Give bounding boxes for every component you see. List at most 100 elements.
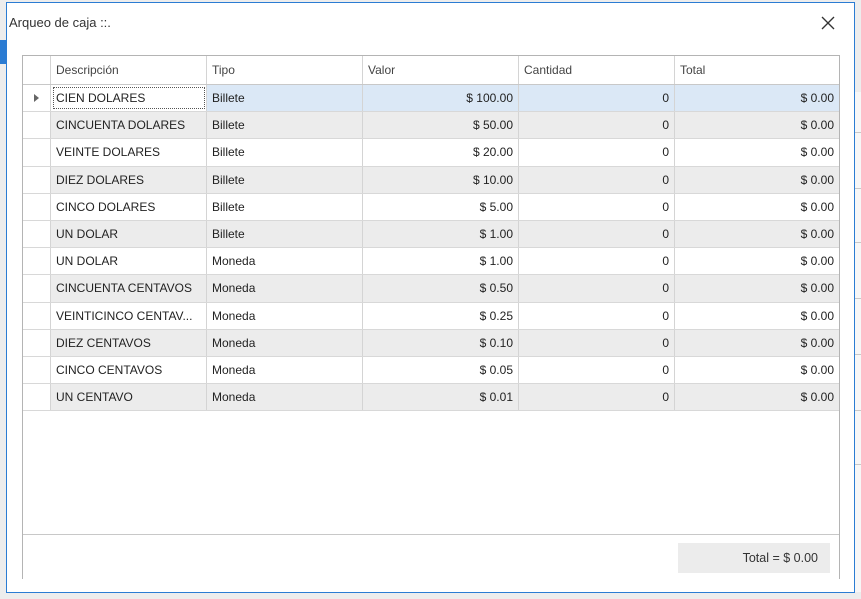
cell-valor[interactable]: $ 0.01: [363, 384, 519, 411]
table-row[interactable]: VEINTICINCO CENTAV... Moneda $ 0.25 0 $ 0.00: [23, 302, 839, 330]
row-indicator-cell[interactable]: [23, 193, 51, 220]
cell-cantidad[interactable]: 0: [519, 356, 675, 384]
cell-descripcion[interactable]: CINCUENTA CENTAVOS: [51, 275, 207, 302]
cell-tipo[interactable]: Billete: [207, 193, 363, 220]
row-indicator-cell[interactable]: [23, 275, 51, 302]
row-indicator-cell[interactable]: [23, 85, 51, 112]
table-row[interactable]: CINCUENTA DOLARES Billete $ 50.00 0 $ 0.00: [23, 112, 839, 140]
cell-descripcion[interactable]: CINCO DOLARES: [51, 193, 207, 220]
grid-footer: Total = $ 0.00: [23, 534, 839, 579]
cell-valor[interactable]: $ 5.00: [363, 193, 519, 220]
column-header-total[interactable]: Total: [675, 56, 839, 84]
cell-descripcion[interactable]: DIEZ CENTAVOS: [51, 329, 207, 356]
cell-valor[interactable]: $ 20.00: [363, 139, 519, 166]
cell-tipo[interactable]: Billete: [207, 220, 363, 248]
cell-tipo[interactable]: Moneda: [207, 248, 363, 275]
table-row[interactable]: CINCUENTA CENTAVOS Moneda $ 0.50 0 $ 0.00: [23, 275, 839, 303]
cell-valor[interactable]: $ 50.00: [363, 112, 519, 139]
cell-descripcion[interactable]: CINCO CENTAVOS: [51, 356, 207, 384]
cell-valor[interactable]: $ 0.50: [363, 275, 519, 302]
cell-cantidad[interactable]: 0: [519, 384, 675, 411]
close-button[interactable]: [816, 11, 840, 35]
table-row[interactable]: CINCO CENTAVOS Moneda $ 0.05 0 $ 0.00: [23, 356, 839, 385]
cell-valor[interactable]: $ 0.05: [363, 356, 519, 384]
cell-cantidad[interactable]: 0: [519, 275, 675, 302]
table-row[interactable]: UN DOLAR Moneda $ 1.00 0 $ 0.00: [23, 248, 839, 276]
table-row[interactable]: UN CENTAVO Moneda $ 0.01 0 $ 0.00: [23, 384, 839, 412]
column-header-tipo[interactable]: Tipo: [207, 56, 363, 84]
cell-valor[interactable]: $ 0.25: [363, 302, 519, 329]
table-row[interactable]: DIEZ DOLARES Billete $ 10.00 0 $ 0.00: [23, 166, 839, 194]
cell-cantidad[interactable]: 0: [519, 302, 675, 329]
grid-body: CIEN DOLARES Billete $ 100.00 0 $ 0.00 CINCUE…: [23, 85, 839, 412]
cell-tipo[interactable]: Billete: [207, 166, 363, 193]
column-header-cantidad[interactable]: Cantidad: [519, 56, 675, 84]
cell-tipo[interactable]: Moneda: [207, 356, 363, 384]
table-row[interactable]: CIEN DOLARES Billete $ 100.00 0 $ 0.00: [23, 85, 839, 113]
table-row[interactable]: UN DOLAR Billete $ 1.00 0 $ 0.00: [23, 220, 839, 249]
column-header-valor[interactable]: Valor: [363, 56, 519, 84]
background-right-edge: [854, 92, 861, 592]
row-indicator-cell[interactable]: [23, 384, 51, 411]
row-indicator-cell[interactable]: [23, 248, 51, 275]
cell-total[interactable]: $ 0.00: [675, 303, 839, 329]
cell-descripcion[interactable]: VEINTICINCO CENTAV...: [51, 302, 207, 329]
cell-descripcion[interactable]: UN CENTAVO: [51, 384, 207, 411]
cell-cantidad[interactable]: 0: [519, 193, 675, 220]
row-indicator-cell[interactable]: [23, 220, 51, 248]
close-icon: [821, 16, 835, 30]
cell-tipo[interactable]: Moneda: [207, 384, 363, 411]
cell-cantidad[interactable]: 0: [519, 166, 675, 193]
table-row[interactable]: CINCO DOLARES Billete $ 5.00 0 $ 0.00: [23, 193, 839, 221]
cell-descripcion[interactable]: UN DOLAR: [51, 220, 207, 248]
cell-descripcion[interactable]: CINCUENTA DOLARES: [51, 112, 207, 139]
column-header-descripcion[interactable]: Descripción: [51, 56, 207, 84]
cell-tipo[interactable]: Moneda: [207, 329, 363, 356]
cell-total[interactable]: $ 0.00: [675, 248, 839, 274]
cell-descripcion[interactable]: DIEZ DOLARES: [51, 166, 207, 193]
cell-cantidad[interactable]: 0: [519, 248, 675, 275]
cell-total[interactable]: $ 0.00: [675, 220, 839, 248]
row-indicator-cell[interactable]: [23, 139, 51, 166]
title-bar: Arqueo de caja ::.: [7, 3, 854, 43]
cell-total[interactable]: $ 0.00: [675, 384, 839, 411]
row-indicator-cell[interactable]: [23, 112, 51, 139]
cell-total[interactable]: $ 0.00: [675, 166, 839, 193]
cell-valor[interactable]: $ 10.00: [363, 166, 519, 193]
cell-tipo[interactable]: Billete: [207, 112, 363, 139]
cell-valor[interactable]: $ 100.00: [363, 85, 519, 112]
cell-cantidad[interactable]: 0: [519, 329, 675, 356]
cell-total[interactable]: $ 0.00: [675, 112, 839, 139]
cell-total[interactable]: $ 0.00: [675, 139, 839, 165]
cell-cantidad[interactable]: 0: [519, 220, 675, 248]
cell-total[interactable]: $ 0.00: [675, 194, 839, 220]
cell-tipo[interactable]: Billete: [207, 85, 363, 112]
cell-total[interactable]: $ 0.00: [675, 275, 839, 302]
cell-tipo[interactable]: Billete: [207, 139, 363, 166]
cell-descripcion[interactable]: CIEN DOLARES: [51, 85, 207, 112]
cell-valor[interactable]: $ 1.00: [363, 248, 519, 275]
cell-total[interactable]: $ 0.00: [675, 85, 839, 112]
header-indicator-cell: [23, 56, 51, 84]
cell-valor[interactable]: $ 1.00: [363, 220, 519, 248]
dialog-title: Arqueo de caja ::.: [9, 15, 111, 30]
row-indicator-cell[interactable]: [23, 356, 51, 384]
row-indicator-cell[interactable]: [23, 302, 51, 329]
row-indicator-cell[interactable]: [23, 329, 51, 356]
cell-tipo[interactable]: Moneda: [207, 275, 363, 302]
cell-valor[interactable]: $ 0.10: [363, 329, 519, 356]
cell-cantidad[interactable]: 0: [519, 85, 675, 112]
cell-tipo[interactable]: Moneda: [207, 302, 363, 329]
row-indicator-icon: [34, 94, 39, 103]
cell-descripcion[interactable]: VEINTE DOLARES: [51, 139, 207, 166]
cell-cantidad[interactable]: 0: [519, 139, 675, 166]
cell-total[interactable]: $ 0.00: [675, 329, 839, 356]
cell-cantidad[interactable]: 0: [519, 112, 675, 139]
cell-total[interactable]: $ 0.00: [675, 357, 839, 383]
table-row[interactable]: VEINTE DOLARES Billete $ 20.00 0 $ 0.00: [23, 139, 839, 167]
table-row[interactable]: DIEZ CENTAVOS Moneda $ 0.10 0 $ 0.00: [23, 329, 839, 357]
total-summary: Total = $ 0.00: [678, 543, 830, 573]
row-indicator-cell[interactable]: [23, 166, 51, 193]
grid-panel: Descripción Tipo Valor Cantidad Total CI…: [22, 55, 840, 579]
cell-descripcion[interactable]: UN DOLAR: [51, 248, 207, 275]
